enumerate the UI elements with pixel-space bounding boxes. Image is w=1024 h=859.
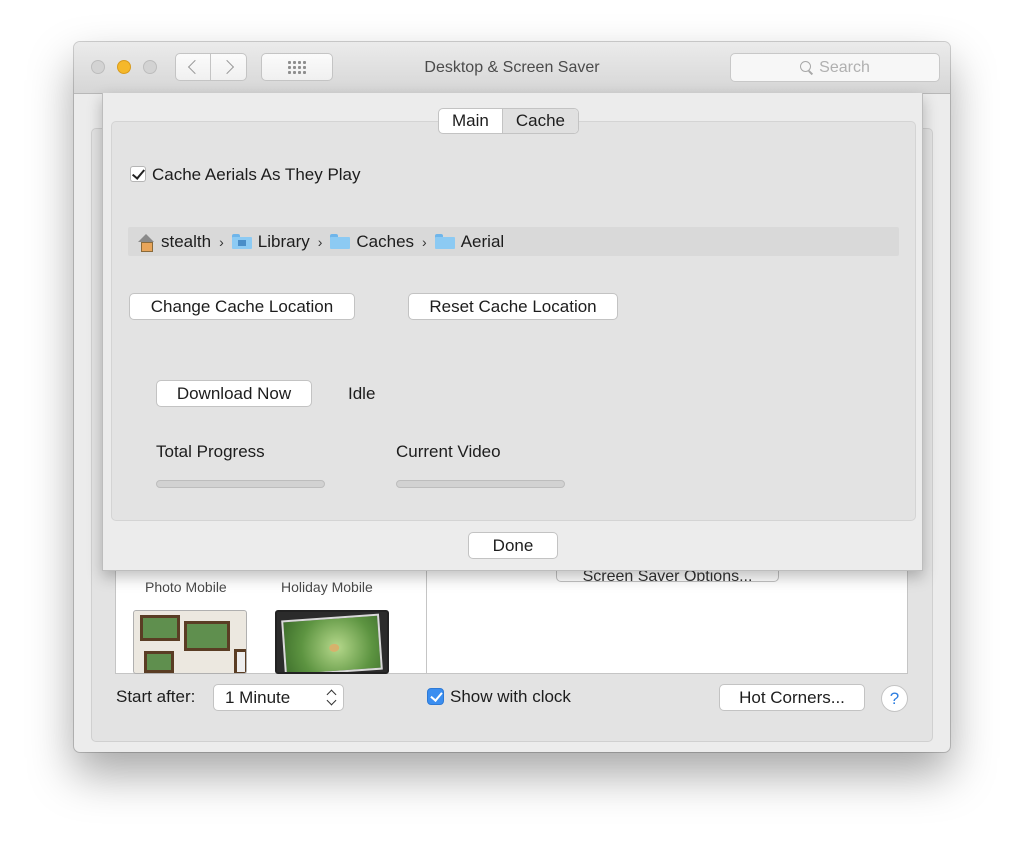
title-bar: Desktop & Screen Saver Search — [74, 42, 950, 94]
path-item-aerial[interactable]: Aerial — [434, 231, 505, 252]
path-item-label: Caches — [356, 231, 415, 251]
current-video-label: Current Video — [396, 442, 501, 461]
folder-icon — [330, 234, 351, 249]
cache-aerials-checkbox[interactable] — [130, 166, 146, 182]
show-with-clock-label: Show with clock — [450, 687, 571, 706]
search-placeholder: Search — [819, 58, 870, 76]
cache-path-control[interactable]: stealth › Library › Caches › Aerial — [128, 227, 899, 256]
start-after-popup[interactable]: 1 Minute — [213, 684, 344, 711]
saver-thumbnail-ladybug[interactable] — [275, 610, 389, 674]
done-button[interactable]: Done — [468, 532, 558, 559]
library-folder-icon — [231, 234, 252, 249]
cache-aerials-label: Cache Aerials As They Play — [152, 165, 361, 184]
reset-cache-location-button[interactable]: Reset Cache Location — [408, 293, 618, 320]
home-icon — [137, 233, 155, 252]
start-after-value: 1 Minute — [225, 688, 291, 707]
start-after-label: Start after: — [116, 687, 196, 706]
path-separator: › — [219, 233, 224, 250]
search-field[interactable]: Search — [730, 53, 940, 82]
path-separator: › — [422, 233, 427, 250]
total-progress-label: Total Progress — [156, 442, 265, 461]
total-progress-bar — [156, 480, 325, 488]
search-icon — [800, 61, 813, 74]
download-now-button[interactable]: Download Now — [156, 380, 312, 407]
help-button[interactable]: ? — [881, 685, 908, 712]
tab-main[interactable]: Main — [439, 109, 502, 133]
path-separator: › — [317, 233, 323, 250]
current-video-progress-bar — [396, 480, 565, 488]
path-item-stealth[interactable]: stealth — [137, 232, 211, 252]
saver-label-photo-mobile: Photo Mobile — [145, 579, 227, 595]
change-cache-location-button[interactable]: Change Cache Location — [129, 293, 355, 320]
path-item-caches[interactable]: Caches — [330, 232, 414, 252]
path-item-label: stealth — [161, 231, 212, 251]
tab-cache[interactable]: Cache — [502, 109, 578, 133]
path-item-library[interactable]: Library — [231, 231, 310, 252]
tab-control: Main Cache — [438, 108, 579, 134]
path-item-label: Aerial — [460, 231, 505, 251]
hot-corners-button[interactable]: Hot Corners... — [719, 684, 865, 711]
saver-label-holiday-mobile: Holiday Mobile — [281, 579, 373, 595]
folder-icon — [434, 234, 455, 249]
show-with-clock-checkbox[interactable] — [427, 688, 444, 705]
download-status: Idle — [348, 384, 376, 403]
aerial-settings-sheet: Main Cache Cache Aerials As They Play st… — [102, 93, 923, 571]
saver-thumbnail-photo-wall[interactable] — [133, 610, 247, 674]
popup-arrows-icon — [326, 689, 336, 706]
ladybug-image — [328, 643, 340, 653]
path-item-label: Library — [257, 231, 310, 251]
